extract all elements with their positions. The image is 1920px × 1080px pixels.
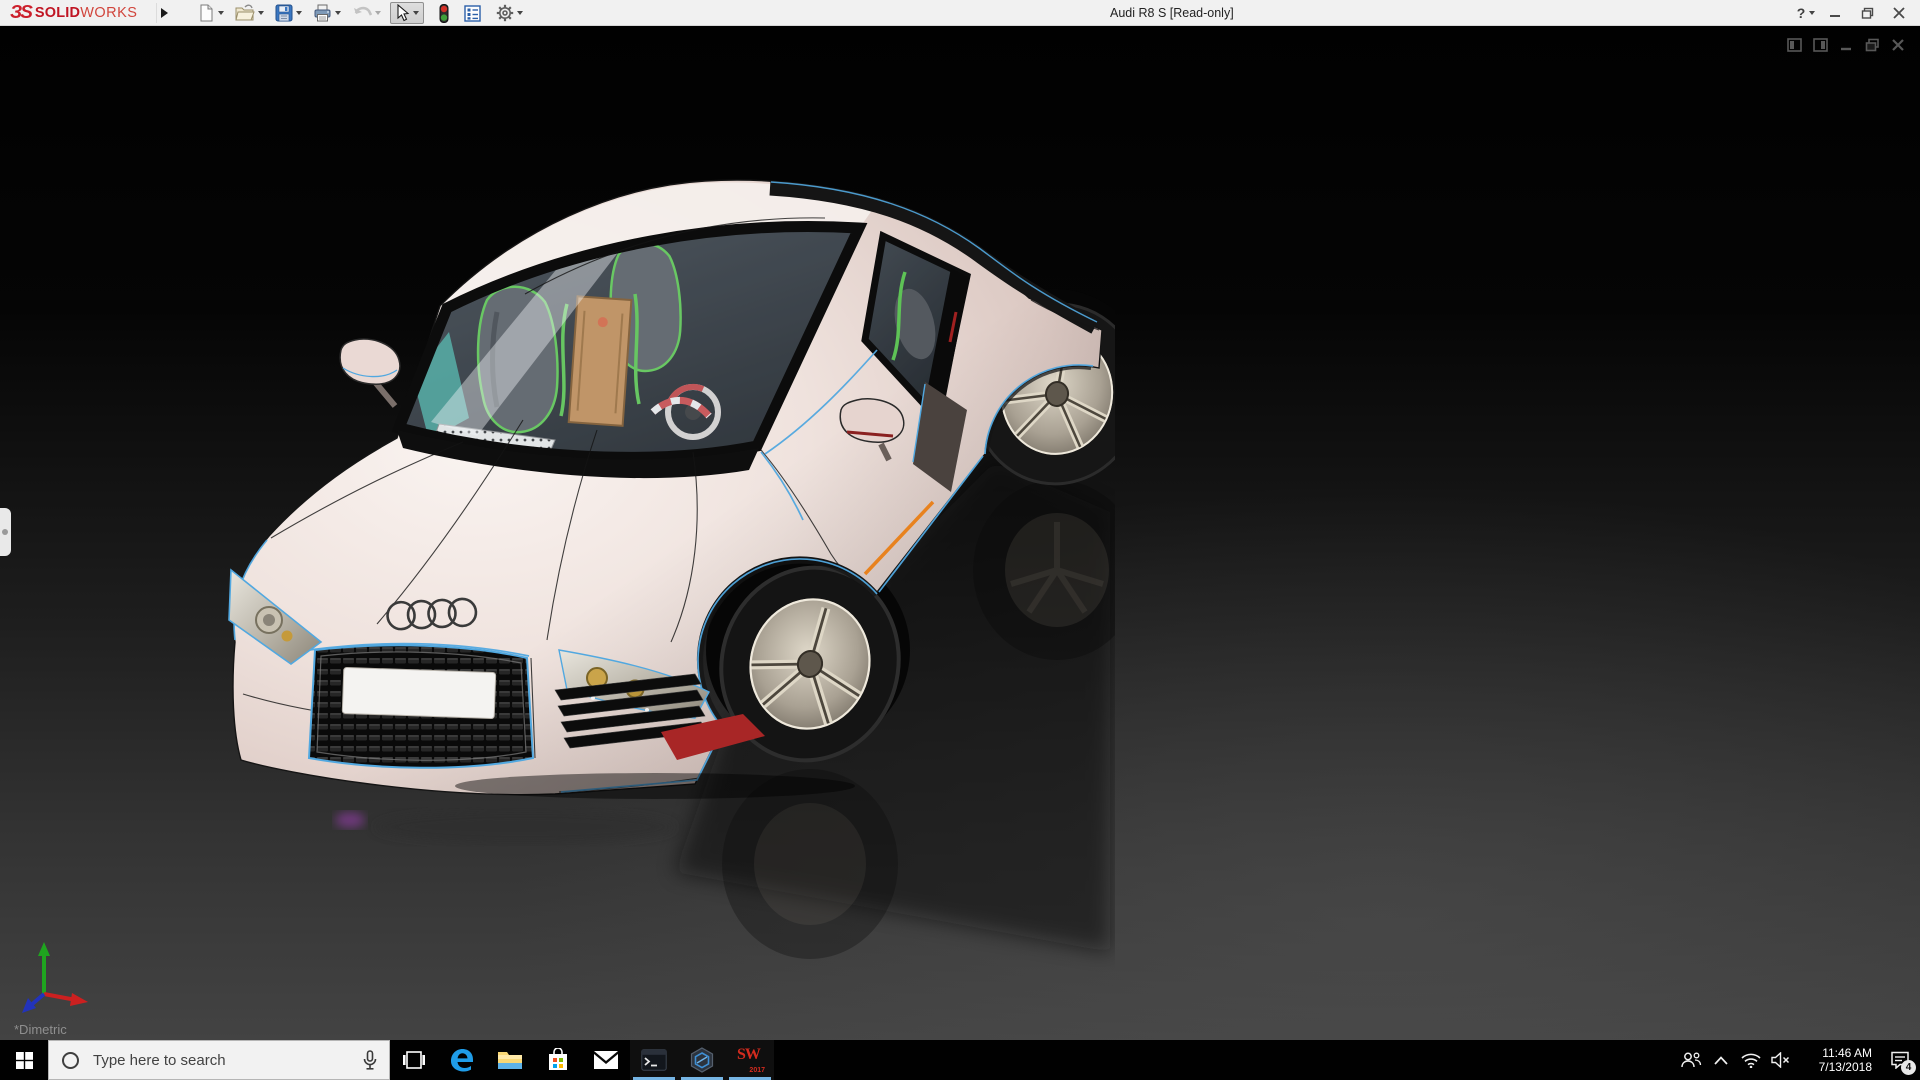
doc-restore-icon[interactable] (1865, 38, 1880, 52)
restore-button[interactable] (1854, 2, 1880, 24)
y-axis-arrow (38, 942, 50, 956)
document-window-controls (1787, 38, 1906, 52)
select-dropdown-caret[interactable] (413, 11, 419, 15)
system-tray: 11:46 AM 7/13/2018 4 (1676, 1040, 1920, 1080)
solidworks-taskbar-button[interactable]: SW 2017 (726, 1040, 774, 1080)
quick-access-toolbar (196, 0, 532, 26)
taskbar-search-box[interactable]: Type here to search (48, 1040, 390, 1080)
task-view-button[interactable] (390, 1040, 438, 1080)
file-explorer-icon (498, 1052, 522, 1069)
brand-solid: SOLID (34, 5, 81, 21)
settings-button[interactable] (494, 3, 525, 23)
action-center-button[interactable]: 4 (1880, 1040, 1920, 1080)
close-icon (1893, 7, 1905, 19)
edge-icon (451, 1049, 473, 1072)
pane-left-icon[interactable] (1787, 38, 1802, 52)
windows-taskbar: Type here to search SW 2017 11:46 AM 7/1… (0, 1040, 1920, 1080)
people-icon[interactable] (1676, 1040, 1706, 1080)
document-title: Audi R8 S [Read-only] (1110, 6, 1234, 20)
front-grille (307, 644, 535, 769)
pane-right-icon[interactable] (1813, 38, 1828, 52)
select-cursor-icon (397, 4, 410, 22)
open-folder-icon (235, 4, 255, 21)
print-icon (314, 4, 331, 22)
save-dropdown-caret[interactable] (296, 11, 302, 15)
list-form-icon (464, 4, 481, 22)
open-button[interactable] (233, 3, 266, 23)
save-floppy-icon (275, 4, 293, 22)
print-button[interactable] (311, 3, 343, 23)
hexagon-app-icon (690, 1047, 714, 1073)
wifi-icon[interactable] (1736, 1040, 1766, 1080)
traffic-light-icon (439, 3, 449, 23)
orientation-triad[interactable] (18, 938, 96, 1018)
undo-button[interactable] (350, 3, 383, 23)
edge-button[interactable] (438, 1040, 486, 1080)
mail-button[interactable] (582, 1040, 630, 1080)
sw-year: 2017 (749, 1067, 765, 1074)
cortana-icon (62, 1051, 79, 1069)
tray-overflow-chevron[interactable] (1706, 1040, 1736, 1080)
license-plate (341, 666, 497, 720)
gear-icon (496, 4, 514, 22)
taskbar-apps: SW 2017 (390, 1040, 774, 1080)
clock-date: 7/13/2018 (1818, 1060, 1872, 1074)
brand-works: WORKS (80, 5, 138, 21)
pane-tab-dot (2, 529, 8, 535)
doc-minimize-icon[interactable] (1839, 38, 1854, 52)
solidworks-window: ЗS SOLID WORKS Audi R8 S [Read-only] ? *… (0, 0, 1920, 1080)
model-audi-r8[interactable] (225, 172, 1150, 1040)
store-button[interactable] (534, 1040, 582, 1080)
graphics-viewport[interactable]: *Dimetric (0, 26, 1920, 1040)
undo-dropdown-caret[interactable] (375, 11, 381, 15)
x-axis-arrow (70, 993, 88, 1006)
start-button[interactable] (0, 1040, 48, 1080)
microphone-icon[interactable] (363, 1050, 377, 1071)
search-placeholder: Type here to search (93, 1051, 226, 1069)
command-prompt-icon (641, 1049, 667, 1071)
command-prompt-button[interactable] (630, 1040, 678, 1080)
notification-badge: 4 (1901, 1060, 1916, 1075)
select-tool-button[interactable] (390, 2, 424, 24)
flyout-arrow-icon (161, 8, 168, 18)
left-mirror (339, 338, 401, 408)
solidworks-logo: ЗS SOLID WORKS (10, 0, 137, 26)
solidworks-2017-icon: SW 2017 (737, 1046, 765, 1074)
volume-muted-icon[interactable] (1766, 1040, 1796, 1080)
open-dropdown-caret[interactable] (258, 11, 264, 15)
help-button[interactable]: ? (1796, 2, 1816, 24)
title-bar: ЗS SOLID WORKS Audi R8 S [Read-only] ? (0, 0, 1920, 26)
stop-go-button[interactable] (437, 3, 451, 24)
clock-time: 11:46 AM (1822, 1046, 1872, 1060)
store-icon (549, 1048, 567, 1070)
close-button[interactable] (1886, 2, 1912, 24)
file-explorer-button[interactable] (486, 1040, 534, 1080)
restore-icon (1861, 7, 1873, 19)
doc-close-icon[interactable] (1891, 38, 1906, 52)
save-button[interactable] (273, 3, 304, 23)
help-label: ? (1796, 5, 1806, 21)
mail-icon (594, 1051, 618, 1069)
windows-logo-icon (15, 1051, 33, 1069)
new-dropdown-caret[interactable] (218, 11, 224, 15)
sw-letters: SW (737, 1046, 761, 1063)
help-caret (1809, 11, 1816, 15)
menu-flyout-button[interactable] (156, 3, 172, 23)
minimize-icon (1830, 15, 1840, 17)
minimize-button[interactable] (1822, 2, 1848, 24)
clock[interactable]: 11:46 AM 7/13/2018 (1802, 1046, 1872, 1074)
new-document-button[interactable] (196, 3, 226, 23)
settings-dropdown-caret[interactable] (517, 11, 523, 15)
app-window-controls: ? (1796, 0, 1912, 26)
collapsed-pane-tab[interactable] (0, 508, 11, 556)
new-document-icon (200, 4, 213, 22)
task-view-icon (403, 1051, 425, 1069)
undo-icon (354, 6, 372, 16)
options-list-button[interactable] (462, 4, 483, 23)
view-orientation-label: *Dimetric (14, 1022, 67, 1037)
hexagon-app-button[interactable] (678, 1040, 726, 1080)
print-dropdown-caret[interactable] (335, 11, 341, 15)
ds-logo-glyph: ЗS (10, 2, 33, 23)
